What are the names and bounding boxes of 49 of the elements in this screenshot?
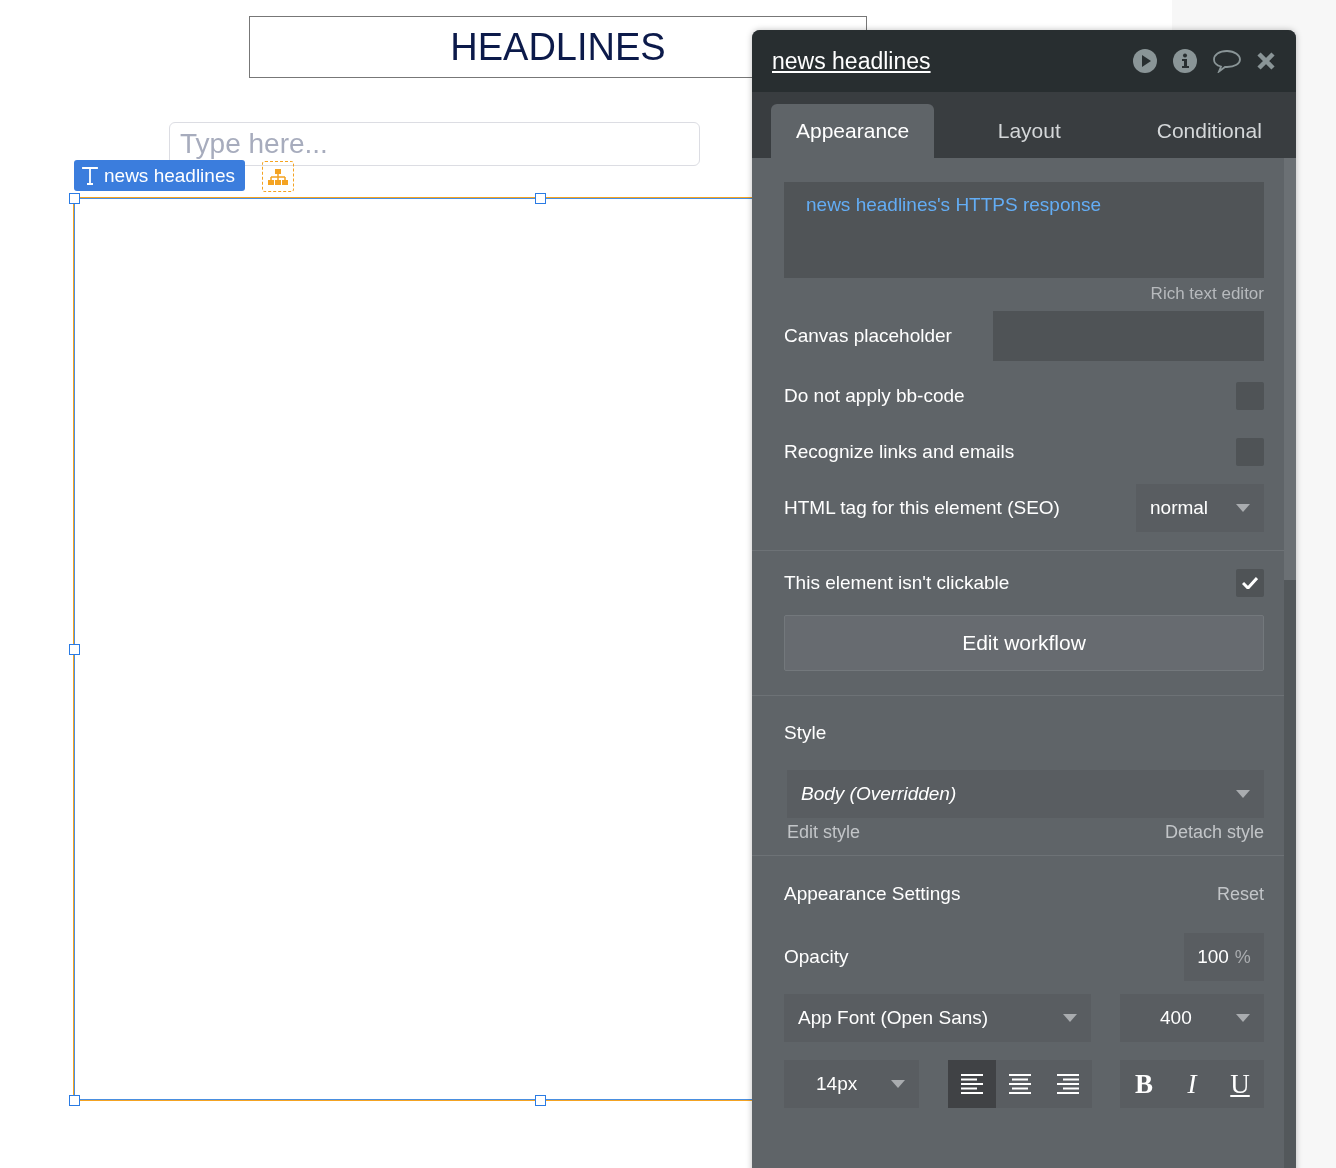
close-icon[interactable] <box>1256 51 1276 71</box>
style-dropdown[interactable]: Body (Overridden) <box>787 770 1264 818</box>
align-button[interactable] <box>947 1060 996 1108</box>
caret-icon <box>1236 1014 1250 1022</box>
tag-dropdown[interactable]: normal <box>1136 484 1264 532</box>
caret-icon <box>891 1080 905 1088</box>
edit-workflow-button[interactable]: Edit workflow <box>784 615 1264 671</box>
size-dropdown[interactable]: 14px <box>784 1060 919 1108</box>
section-label: Style <box>784 722 827 744</box>
setting-label: Recognize links and emails <box>784 441 1015 463</box>
scrollbar-thumb[interactable] <box>1284 158 1296 580</box>
panel-tab[interactable]: Layout <box>944 104 1115 158</box>
input-field[interactable]: Type here... <box>169 122 700 166</box>
text-type-icon <box>82 166 98 185</box>
caret-icon <box>1236 790 1250 798</box>
setting-label: Do not apply bb-code <box>784 385 965 407</box>
align-right-icon <box>1056 1074 1079 1094</box>
setting-label: Canvas placeholder <box>784 325 952 347</box>
underline-button[interactable]: U <box>1216 1060 1264 1108</box>
bold-button[interactable]: B <box>1120 1060 1168 1108</box>
caret-icon <box>1063 1014 1077 1022</box>
play-icon[interactable] <box>1132 48 1158 74</box>
weight-dropdown[interactable]: 400 <box>1120 994 1264 1042</box>
setting-label: Opacity <box>784 946 849 968</box>
font-dropdown[interactable]: App Font (Open Sans) <box>784 994 1091 1042</box>
resize-handle[interactable] <box>69 1095 80 1106</box>
edit-style-link[interactable]: Edit style <box>787 822 861 843</box>
setting-label: HTML tag for this element (SEO) <box>784 497 1060 519</box>
info-icon[interactable] <box>1172 48 1198 74</box>
element-label[interactable]: news headlines <box>74 160 245 191</box>
resize-handle[interactable] <box>69 193 80 204</box>
align-left-icon <box>960 1074 983 1094</box>
comment-icon[interactable] <box>1212 49 1242 73</box>
panel-tab[interactable]: Conditional <box>1124 104 1295 158</box>
panel-tab[interactable]: Appearance <box>771 104 935 158</box>
checkmark-icon <box>1242 577 1258 589</box>
align-center-icon <box>1008 1074 1031 1094</box>
checkbox[interactable] <box>1236 569 1264 597</box>
resize-handle[interactable] <box>535 193 546 204</box>
detach-style-link[interactable]: Detach style <box>1164 822 1264 843</box>
opacity-field[interactable]: 100 % <box>1184 933 1264 981</box>
resize-handle[interactable] <box>535 1095 546 1106</box>
resize-handle[interactable] <box>69 644 80 655</box>
hierarchy-icon <box>268 168 288 185</box>
caret-icon <box>1236 504 1250 512</box>
reset-link[interactable]: Reset <box>1216 883 1264 905</box>
italic-button[interactable]: I <box>1168 1060 1216 1108</box>
setting-label: This element isn't clickable <box>784 572 1010 594</box>
section-title: Appearance Settings <box>784 883 961 905</box>
